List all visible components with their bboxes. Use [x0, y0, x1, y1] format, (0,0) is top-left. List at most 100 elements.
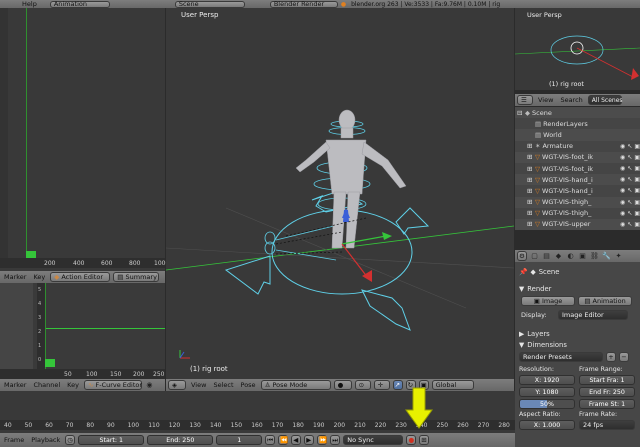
eye-icon[interactable]: ◉: [620, 210, 625, 217]
data-tab-icon[interactable]: ✦: [614, 252, 623, 261]
end-frame-input[interactable]: End: 250: [147, 435, 214, 445]
menu-marker[interactable]: Marker: [2, 381, 28, 389]
manipulator-toggle[interactable]: ✛: [373, 380, 390, 390]
mini-viewport[interactable]: User Persp (1) rig root: [515, 8, 640, 90]
eye-icon[interactable]: ◉: [620, 176, 625, 183]
jump-end-button[interactable]: ⏭: [330, 435, 341, 445]
action-editor-area[interactable]: 200 400 600 800 1000: [0, 8, 169, 271]
expand-icon[interactable]: ⊞: [527, 142, 533, 150]
expand-icon[interactable]: ⊞: [527, 198, 533, 206]
layers-section-header[interactable]: ▶ Layers: [515, 328, 640, 339]
outliner-item[interactable]: ▤ World: [515, 129, 640, 141]
dimensions-section-header[interactable]: ▼ Dimensions: [515, 339, 640, 350]
fcurve-keyframe[interactable]: [45, 359, 55, 367]
layout-selector[interactable]: Animation: [49, 0, 110, 8]
outliner-item[interactable]: ⊞ ▽ WGT-VIS-foot_ik ◉ ↖ ▣: [515, 151, 640, 163]
outliner-filter[interactable]: All Scenes: [587, 95, 623, 105]
menu-marker[interactable]: Marker: [2, 273, 28, 281]
shading-button[interactable]: ●: [333, 380, 352, 390]
eye-icon[interactable]: ◉: [620, 199, 625, 206]
scene-tab-icon[interactable]: ◆: [554, 252, 563, 261]
current-frame-input[interactable]: 1: [216, 435, 263, 445]
resolution-y-field[interactable]: Y: 1080: [519, 387, 575, 397]
eye-icon[interactable]: ◉: [620, 187, 625, 194]
cursor-icon[interactable]: ↖: [627, 165, 632, 172]
menu-frame[interactable]: Frame: [2, 436, 26, 444]
outliner-editor-type[interactable]: ☰: [517, 95, 533, 105]
menu-search[interactable]: Search: [558, 96, 584, 104]
menu-pose[interactable]: Pose: [239, 381, 258, 389]
jump-start-button[interactable]: ⏮: [265, 435, 276, 445]
constraint-tab-icon[interactable]: ⛓: [590, 252, 599, 261]
camera-icon[interactable]: ▣: [634, 210, 640, 217]
add-preset-button[interactable]: +: [606, 352, 616, 362]
prev-key-button[interactable]: ⏪: [278, 435, 288, 445]
timeline-area[interactable]: 40 50 60 70 80 90 100 110 120 130 140 150 160 170 180 1…: [0, 391, 515, 433]
play-button[interactable]: ▶: [304, 435, 315, 445]
eye-icon[interactable]: ◉: [620, 154, 625, 161]
menu-channel[interactable]: Channel: [31, 381, 62, 389]
outliner-item[interactable]: ▤ RenderLayers: [515, 118, 640, 130]
record-button[interactable]: ●: [406, 435, 417, 445]
pivot-button[interactable]: ⊙: [354, 380, 371, 390]
camera-icon[interactable]: ▣: [634, 221, 640, 228]
expand-icon[interactable]: ⊞: [527, 176, 533, 184]
menu-view[interactable]: View: [536, 96, 555, 104]
fcurve-line[interactable]: [45, 328, 165, 329]
outliner-item[interactable]: ⊞ ✶ Armature ◉ ↖ ▣: [515, 140, 640, 152]
cursor-icon[interactable]: ↖: [627, 176, 632, 183]
outliner-item[interactable]: ⊞ ▽ WGT-VIS-thigh_ ◉ ↖ ▣: [515, 196, 640, 208]
display-selector[interactable]: Image Editor: [558, 310, 628, 320]
outliner-item[interactable]: ⊞ ▽ WGT-VIS-hand_i ◉ ↖ ▣: [515, 185, 640, 197]
resolution-percent-slider[interactable]: 50%: [519, 399, 575, 409]
expand-icon[interactable]: ⊞: [527, 153, 533, 161]
orientation-selector[interactable]: Global: [431, 380, 474, 390]
expand-icon[interactable]: ⊞: [527, 165, 533, 173]
remove-preset-button[interactable]: −: [619, 352, 629, 362]
aspect-x-field[interactable]: X: 1.000: [519, 420, 575, 430]
render-section-header[interactable]: ▼ Render: [515, 283, 640, 294]
expand-icon[interactable]: ⊞: [527, 220, 533, 228]
outliner-tree[interactable]: ⊟ ◆ Scene ▤ RenderLayers ▤ World ⊞ ✶ Armature ◉ ↖…: [515, 107, 640, 235]
resolution-x-field[interactable]: X: 1920: [519, 375, 575, 385]
play-reverse-button[interactable]: ◀: [291, 435, 302, 445]
render-animation-button[interactable]: ▤ Animation: [578, 296, 632, 306]
start-frame-field[interactable]: Start Fra: 1: [579, 375, 635, 385]
cursor-icon[interactable]: ↖: [627, 154, 632, 161]
fcurve-mode-selector[interactable]: ∿ F-Curve Editor: [83, 380, 142, 390]
viewport-3d[interactable]: User Persp (1) rig root: [166, 8, 514, 379]
render-tab-icon[interactable]: ▢: [530, 252, 539, 261]
outliner-item[interactable]: ⊞ ▽ WGT-VIS-thigh_ ◉ ↖ ▣: [515, 207, 640, 219]
outliner-item[interactable]: ⊞ ▽ WGT-VIS-hand_i ◉ ↖ ▣: [515, 174, 640, 186]
world-tab-icon[interactable]: ◐: [566, 252, 575, 261]
render-image-button[interactable]: ▣ Image: [521, 296, 575, 306]
fcurve-ruler[interactable]: 50 100 150 200 250: [0, 369, 165, 379]
editor-type-button[interactable]: ◈: [168, 380, 186, 390]
pin-icon[interactable]: 📌: [519, 268, 527, 276]
cursor-icon[interactable]: ↖: [627, 187, 632, 194]
mode-selector[interactable]: ♙ Pose Mode: [260, 380, 331, 390]
fcurve-editor-area[interactable]: 5 4 3 2 1 0 50 100 150 200 250: [0, 283, 165, 379]
menu-key[interactable]: Key: [65, 381, 81, 389]
camera-icon[interactable]: ▣: [634, 187, 640, 194]
menu-view[interactable]: View: [189, 381, 208, 389]
expand-icon[interactable]: ⊟: [517, 109, 523, 117]
menu-help[interactable]: Help: [20, 0, 39, 8]
sort-icon[interactable]: ◉: [145, 381, 154, 390]
sync-selector[interactable]: No Sync: [343, 435, 404, 445]
preview-range-toggle[interactable]: ◷: [65, 435, 76, 445]
menu-select[interactable]: Select: [211, 381, 235, 389]
camera-icon[interactable]: ▣: [634, 176, 640, 183]
end-frame-field[interactable]: End Fr: 250: [579, 387, 635, 397]
menu-key[interactable]: Key: [31, 273, 47, 281]
cursor-icon[interactable]: ↖: [627, 199, 632, 206]
outliner-item[interactable]: ⊞ ▽ WGT-VIS-upper ◉ ↖ ▣: [515, 218, 640, 231]
layers-tab-icon[interactable]: ▤: [542, 252, 551, 261]
modifier-tab-icon[interactable]: 🔧: [602, 252, 611, 261]
eye-icon[interactable]: ◉: [620, 221, 625, 228]
next-key-button[interactable]: ⏩: [317, 435, 327, 445]
render-engine-selector[interactable]: Blender Render: [269, 0, 338, 8]
translate-toggle[interactable]: ↗: [392, 380, 403, 390]
render-presets-selector[interactable]: Render Presets: [519, 352, 603, 362]
start-frame-input[interactable]: Start: 1: [78, 435, 145, 445]
